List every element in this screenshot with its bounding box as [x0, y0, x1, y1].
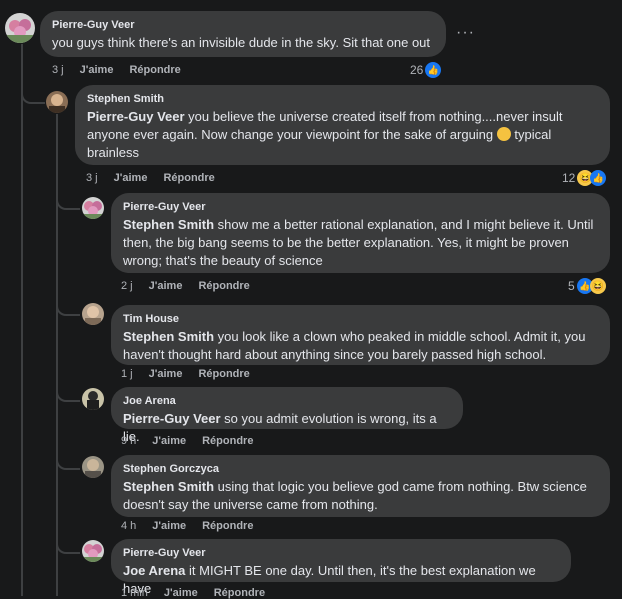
comment-bubble: Pierre-Guy Veer Stephen Smith show me a …	[111, 193, 610, 273]
comment-bubble: Stephen Smith Pierre-Guy Veer you believ…	[75, 85, 610, 165]
reaction-count: 12	[562, 171, 576, 185]
comment-text: Stephen Smith show me a better rational …	[123, 217, 594, 268]
reaction-summary[interactable]: 5 👍 😆	[568, 278, 606, 294]
like-button[interactable]: J'aime	[164, 587, 198, 599]
comment-author[interactable]: Pierre-Guy Veer	[123, 546, 559, 560]
like-button[interactable]: J'aime	[152, 520, 186, 532]
reaction-summary[interactable]: 26 👍	[410, 62, 442, 78]
reaction-count: 5	[568, 279, 575, 293]
comment-actions: 3 j J'aime Répondre	[86, 172, 231, 184]
comment-bubble: Stephen Gorczyca Stephen Smith using tha…	[111, 455, 610, 517]
avatar[interactable]	[82, 388, 104, 410]
timestamp[interactable]: 3 j	[86, 172, 98, 184]
like-button[interactable]: J'aime	[80, 64, 114, 76]
timestamp[interactable]: 3 j	[52, 64, 64, 76]
comment-bubble: Pierre-Guy Veer you guys think there's a…	[40, 11, 446, 57]
comment-author[interactable]: Stephen Gorczyca	[123, 462, 598, 476]
haha-reaction-icon: 😆	[589, 278, 606, 294]
comment-text: Stephen Smith using that logic you belie…	[123, 479, 587, 512]
reply-button[interactable]: Répondre	[163, 172, 214, 184]
comment-actions: 9 h J'aime Répondre	[121, 435, 269, 447]
comment-bubble: Pierre-Guy Veer Joe Arena it MIGHT BE on…	[111, 539, 571, 596]
avatar[interactable]	[82, 303, 104, 325]
like-button[interactable]: J'aime	[114, 172, 148, 184]
like-button[interactable]: J'aime	[149, 368, 183, 380]
comment-text: Pierre-Guy Veer you believe the universe…	[87, 109, 563, 160]
mention-link[interactable]: Stephen Smith	[123, 479, 214, 494]
thread-connector	[56, 296, 80, 316]
comment-author[interactable]: Stephen Smith	[87, 92, 598, 106]
comment-author[interactable]: Pierre-Guy Veer	[123, 200, 598, 214]
comment-bubble: Tim House Stephen Smith you look like a …	[111, 305, 610, 365]
comment-author[interactable]: Tim House	[123, 312, 598, 326]
timestamp[interactable]: 4 h	[121, 520, 136, 532]
thread-connector	[21, 82, 45, 104]
comment-actions: 4 h J'aime Répondre	[121, 520, 269, 532]
comment-text: Stephen Smith you look like a clown who …	[123, 329, 586, 362]
mention-link[interactable]: Stephen Smith	[123, 217, 214, 232]
comment-actions: 1 min J'aime Répondre	[121, 587, 281, 599]
timestamp[interactable]: 1 j	[121, 368, 133, 380]
like-button[interactable]: J'aime	[149, 280, 183, 292]
avatar[interactable]	[46, 91, 68, 113]
like-button[interactable]: J'aime	[152, 435, 186, 447]
rolling-eyes-emoji-icon	[496, 127, 511, 141]
reply-button[interactable]: Répondre	[214, 587, 265, 599]
mention-link[interactable]: Pierre-Guy Veer	[87, 109, 185, 124]
reaction-summary[interactable]: 12 😆 👍	[562, 170, 607, 186]
timestamp[interactable]: 1 min	[121, 587, 148, 599]
reply-button[interactable]: Répondre	[198, 280, 249, 292]
timestamp[interactable]: 2 j	[121, 280, 133, 292]
reaction-count: 26	[410, 63, 424, 77]
thread-connector	[56, 382, 80, 402]
thread-connector	[56, 450, 80, 470]
thread-connector	[56, 190, 80, 210]
avatar[interactable]	[82, 540, 104, 562]
comment-actions: 3 j J'aime Répondre	[52, 64, 197, 76]
avatar[interactable]	[82, 197, 104, 219]
thread-line	[21, 44, 23, 596]
comment-actions: 2 j J'aime Répondre	[121, 280, 266, 292]
avatar[interactable]	[5, 13, 35, 43]
comment-bubble: Joe Arena Pierre-Guy Veer so you admit e…	[111, 387, 463, 444]
reply-button[interactable]: Répondre	[202, 520, 253, 532]
mention-link[interactable]: Stephen Smith	[123, 329, 214, 344]
mention-link[interactable]: Joe Arena	[123, 563, 185, 578]
comment-actions: 1 j J'aime Répondre	[121, 368, 266, 380]
comment-author[interactable]: Pierre-Guy Veer	[52, 18, 434, 32]
thread-line	[56, 114, 58, 596]
reply-button[interactable]: Répondre	[202, 435, 253, 447]
reply-button[interactable]: Répondre	[198, 368, 249, 380]
avatar[interactable]	[82, 456, 104, 478]
like-reaction-icon: 👍	[590, 170, 607, 186]
mention-link[interactable]: Pierre-Guy Veer	[123, 411, 221, 426]
like-reaction-icon: 👍	[425, 62, 442, 78]
comment-text: you guys think there's an invisible dude…	[52, 35, 431, 50]
more-options-icon[interactable]: ···	[456, 24, 475, 42]
thread-connector	[56, 534, 80, 554]
reply-button[interactable]: Répondre	[129, 64, 180, 76]
timestamp[interactable]: 9 h	[121, 435, 136, 447]
comment-author[interactable]: Joe Arena	[123, 394, 451, 408]
